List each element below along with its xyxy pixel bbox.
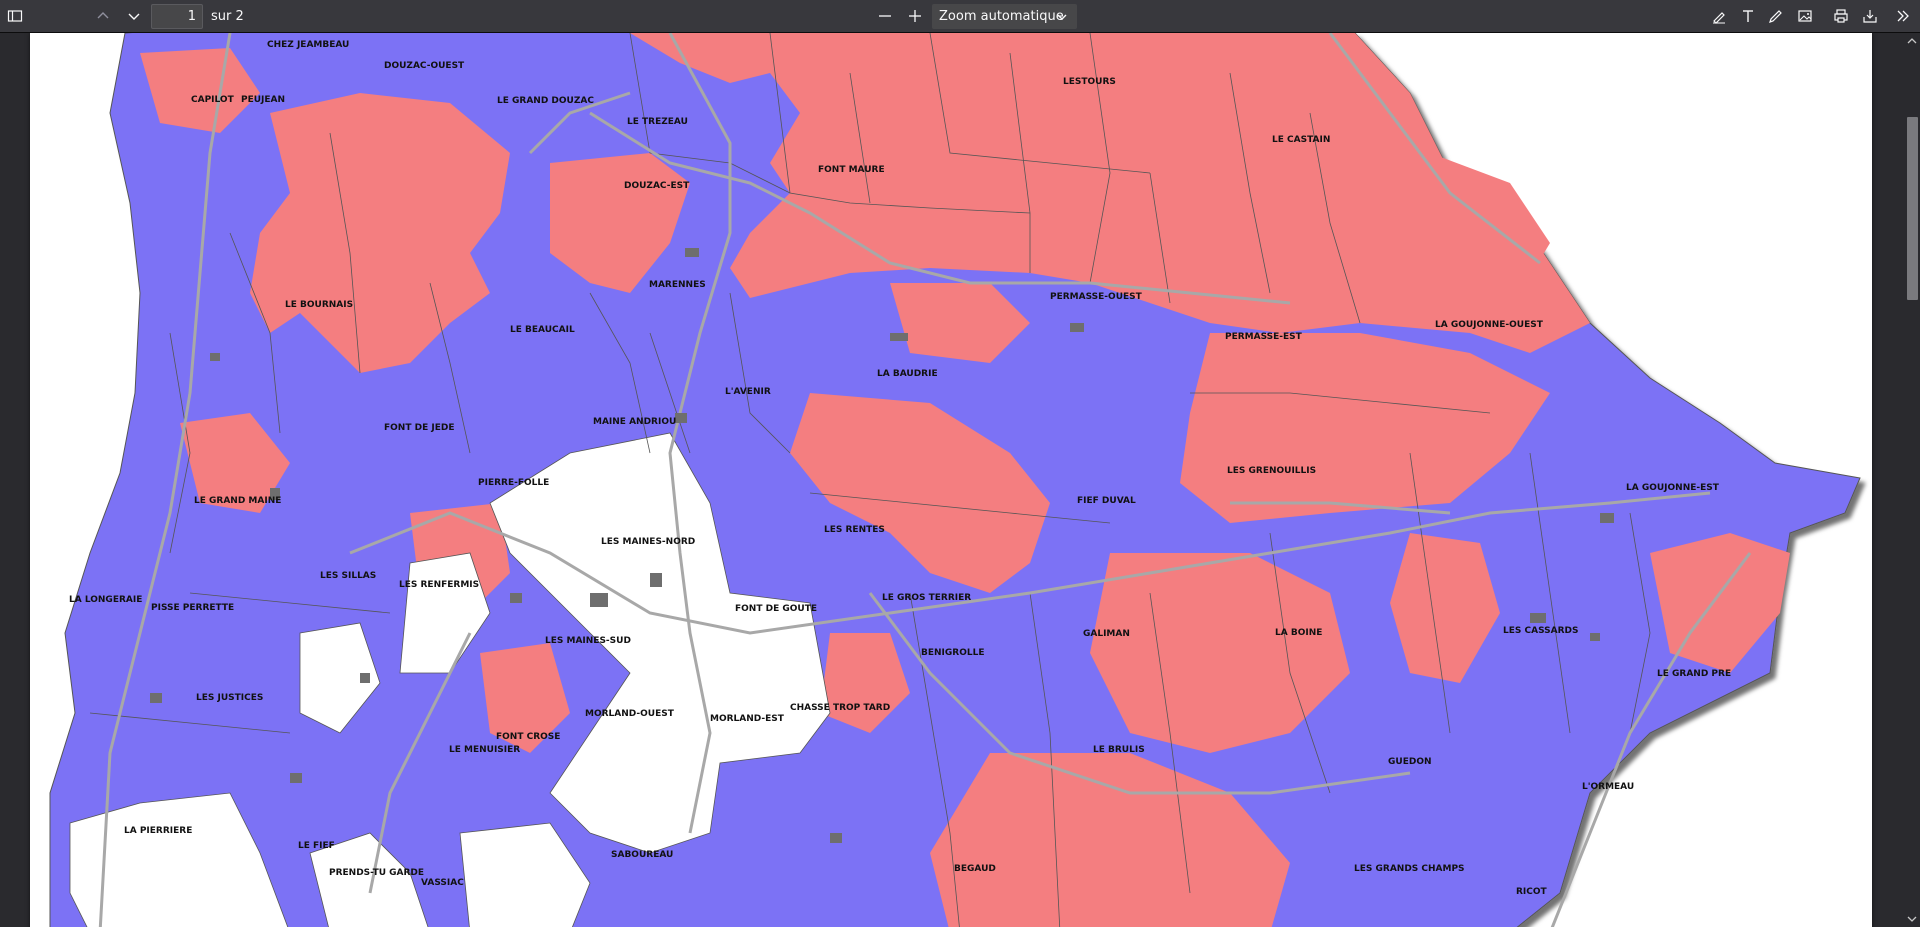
map-label-le-gros-terrier: LE GROS TERRIER [882, 593, 971, 603]
map-label-la-pierriere: LA PIERRIERE [124, 826, 192, 836]
map-label-les-maines-nord: LES MAINES-NORD [601, 537, 695, 547]
map-label-pierre-folle: PIERRE-FOLLE [478, 478, 549, 488]
map-label-le-trezeau: LE TREZEAU [627, 117, 688, 127]
map-label-saboureau: SABOUREAU [611, 850, 673, 860]
map-label-les-maines-sud: LES MAINES-SUD [545, 636, 631, 646]
map-label-peujean: PEUJEAN [241, 95, 285, 105]
map-label-le-menuisier: LE MENUISIER [449, 745, 520, 755]
map-label-l-ormeau: L'ORMEAU [1582, 782, 1634, 792]
map-label-guedon: GUEDON [1388, 757, 1432, 767]
plus-icon [909, 10, 921, 22]
map-label-lestours: LESTOURS [1063, 77, 1116, 87]
pdf-toolbar: sur 2 Zoom automatique [0, 0, 1920, 33]
scrollbar-thumb[interactable] [1907, 117, 1918, 300]
highlight-button[interactable] [1706, 4, 1732, 28]
map-label-le-grand-douzac: LE GRAND DOUZAC [497, 96, 594, 106]
map-label-capilot: CAPILOT [191, 95, 235, 105]
zoom-out-button[interactable] [872, 4, 898, 28]
map-label-le-fief: LE FIEF [298, 841, 335, 851]
map-label-les-cassards: LES CASSARDS [1503, 626, 1578, 636]
image-icon [1798, 10, 1812, 22]
map-label-les-justices: LES JUSTICES [196, 693, 263, 703]
tools-menu-button[interactable] [1890, 4, 1916, 28]
map-label-les-renfermis: LES RENFERMIS [399, 580, 479, 590]
map-label-vassiac: VASSIAC [421, 878, 464, 888]
map-label-font-de-jede: FONT DE JEDE [384, 423, 454, 433]
text-icon [1743, 10, 1753, 22]
map-label-le-brulis: LE BRULIS [1093, 745, 1145, 755]
highlight-pen-icon [1713, 12, 1725, 24]
map-label-le-grand-maine: LE GRAND MAINE [194, 496, 281, 506]
zoom-select-value: Zoom automatique [939, 9, 1064, 24]
map-label-morland-est: MORLAND-EST [710, 714, 785, 724]
double-chevron-right-icon [1897, 10, 1909, 22]
print-button[interactable] [1828, 4, 1854, 28]
map-label-marennes: MARENNES [649, 280, 706, 290]
chevron-down-icon [128, 13, 140, 20]
text-button[interactable] [1735, 4, 1761, 28]
map-label-les-rentes: LES RENTES [824, 525, 885, 535]
minus-icon [879, 15, 891, 17]
map-label-permasse-ouest: PERMASSE-OUEST [1050, 292, 1143, 302]
map-label-le-bournais: LE BOURNAIS [285, 300, 353, 310]
map-label-les-grands-champs: LES GRANDS CHAMPS [1354, 864, 1465, 874]
zoom-select[interactable]: Zoom automatique [932, 4, 1077, 29]
page-count-label: sur 2 [211, 9, 244, 24]
draw-button[interactable] [1763, 4, 1789, 28]
map-label-la-baudrie: LA BAUDRIE [877, 369, 938, 379]
map-label-font-crose: FONT CROSE [496, 732, 560, 742]
map-label-morland-ouest: MORLAND-OUEST [585, 709, 675, 719]
map-label-maine-andriou: MAINE ANDRIOU [593, 417, 676, 427]
scroll-up-button[interactable] [1904, 33, 1920, 49]
download-icon [1863, 10, 1877, 23]
pdf-page: CHEZ JEAMBEAU DOUZAC-OUEST CAPILOT PEUJE… [30, 33, 1872, 927]
draw-pen-icon [1769, 10, 1782, 23]
map-label-chez-jeambeau: CHEZ JEAMBEAU [267, 40, 349, 50]
map-label-douzac-est: DOUZAC-EST [624, 181, 690, 191]
scroll-down-button[interactable] [1904, 911, 1920, 927]
map-label-benigrolle: BENIGROLLE [921, 648, 984, 658]
download-button[interactable] [1857, 4, 1883, 28]
map-label-prends-tu-garde: PRENDS-TU GARDE [329, 868, 424, 878]
previous-page-button[interactable] [90, 4, 116, 28]
sidebar-toggle-icon [7, 10, 23, 22]
map-label-le-grand-pre: LE GRAND PRE [1657, 669, 1731, 679]
next-page-button[interactable] [121, 4, 147, 28]
map-label-la-goujonne-ouest: LA GOUJONNE-OUEST [1435, 320, 1544, 330]
map-label-les-sillas: LES SILLAS [320, 571, 376, 581]
map-label-font-de-goute: FONT DE GOUTE [735, 604, 817, 614]
map-label-douzac-ouest: DOUZAC-OUEST [384, 61, 465, 71]
map-label-la-longeraie: LA LONGERAIE [69, 595, 142, 605]
map-label-le-beaucail: LE BEAUCAIL [510, 325, 575, 335]
add-image-button[interactable] [1792, 4, 1818, 28]
sidebar-toggle-button[interactable] [2, 4, 28, 28]
map-label-fief-duval: FIEF DUVAL [1077, 496, 1136, 506]
chevron-down-icon [1907, 916, 1917, 922]
map-label-pisse-perrette: PISSE PERRETTE [151, 603, 234, 613]
map-label-les-grenouillis: LES GRENOUILLIS [1227, 466, 1316, 476]
map-label-l-avenir: L'AVENIR [725, 387, 771, 397]
vertical-scrollbar[interactable] [1904, 33, 1920, 927]
zoom-in-button[interactable] [902, 4, 928, 28]
map-label-begaud: BEGAUD [954, 864, 996, 874]
pdf-viewer[interactable]: CHEZ JEAMBEAU DOUZAC-OUEST CAPILOT PEUJE… [0, 33, 1904, 927]
map-label-chasse-trop-tard: CHASSE TROP TARD [790, 703, 890, 713]
map-label-permasse-est: PERMASSE-EST [1225, 332, 1303, 342]
map-label-ricot: RICOT [1516, 887, 1548, 897]
map-label-font-maure: FONT MAURE [818, 165, 885, 175]
map-label-galiman: GALIMAN [1083, 629, 1130, 639]
cadastral-map: CHEZ JEAMBEAU DOUZAC-OUEST CAPILOT PEUJE… [49, 33, 1861, 927]
map-label-la-goujonne-est: LA GOUJONNE-EST [1626, 483, 1720, 493]
chevron-down-icon [1057, 14, 1067, 20]
chevron-up-icon [97, 12, 109, 19]
map-label-le-castain: LE CASTAIN [1272, 135, 1330, 145]
map-label-la-boine: LA BOINE [1275, 628, 1322, 638]
page-number-input[interactable] [151, 4, 203, 29]
print-icon [1834, 9, 1848, 23]
chevron-up-icon [1907, 38, 1917, 44]
